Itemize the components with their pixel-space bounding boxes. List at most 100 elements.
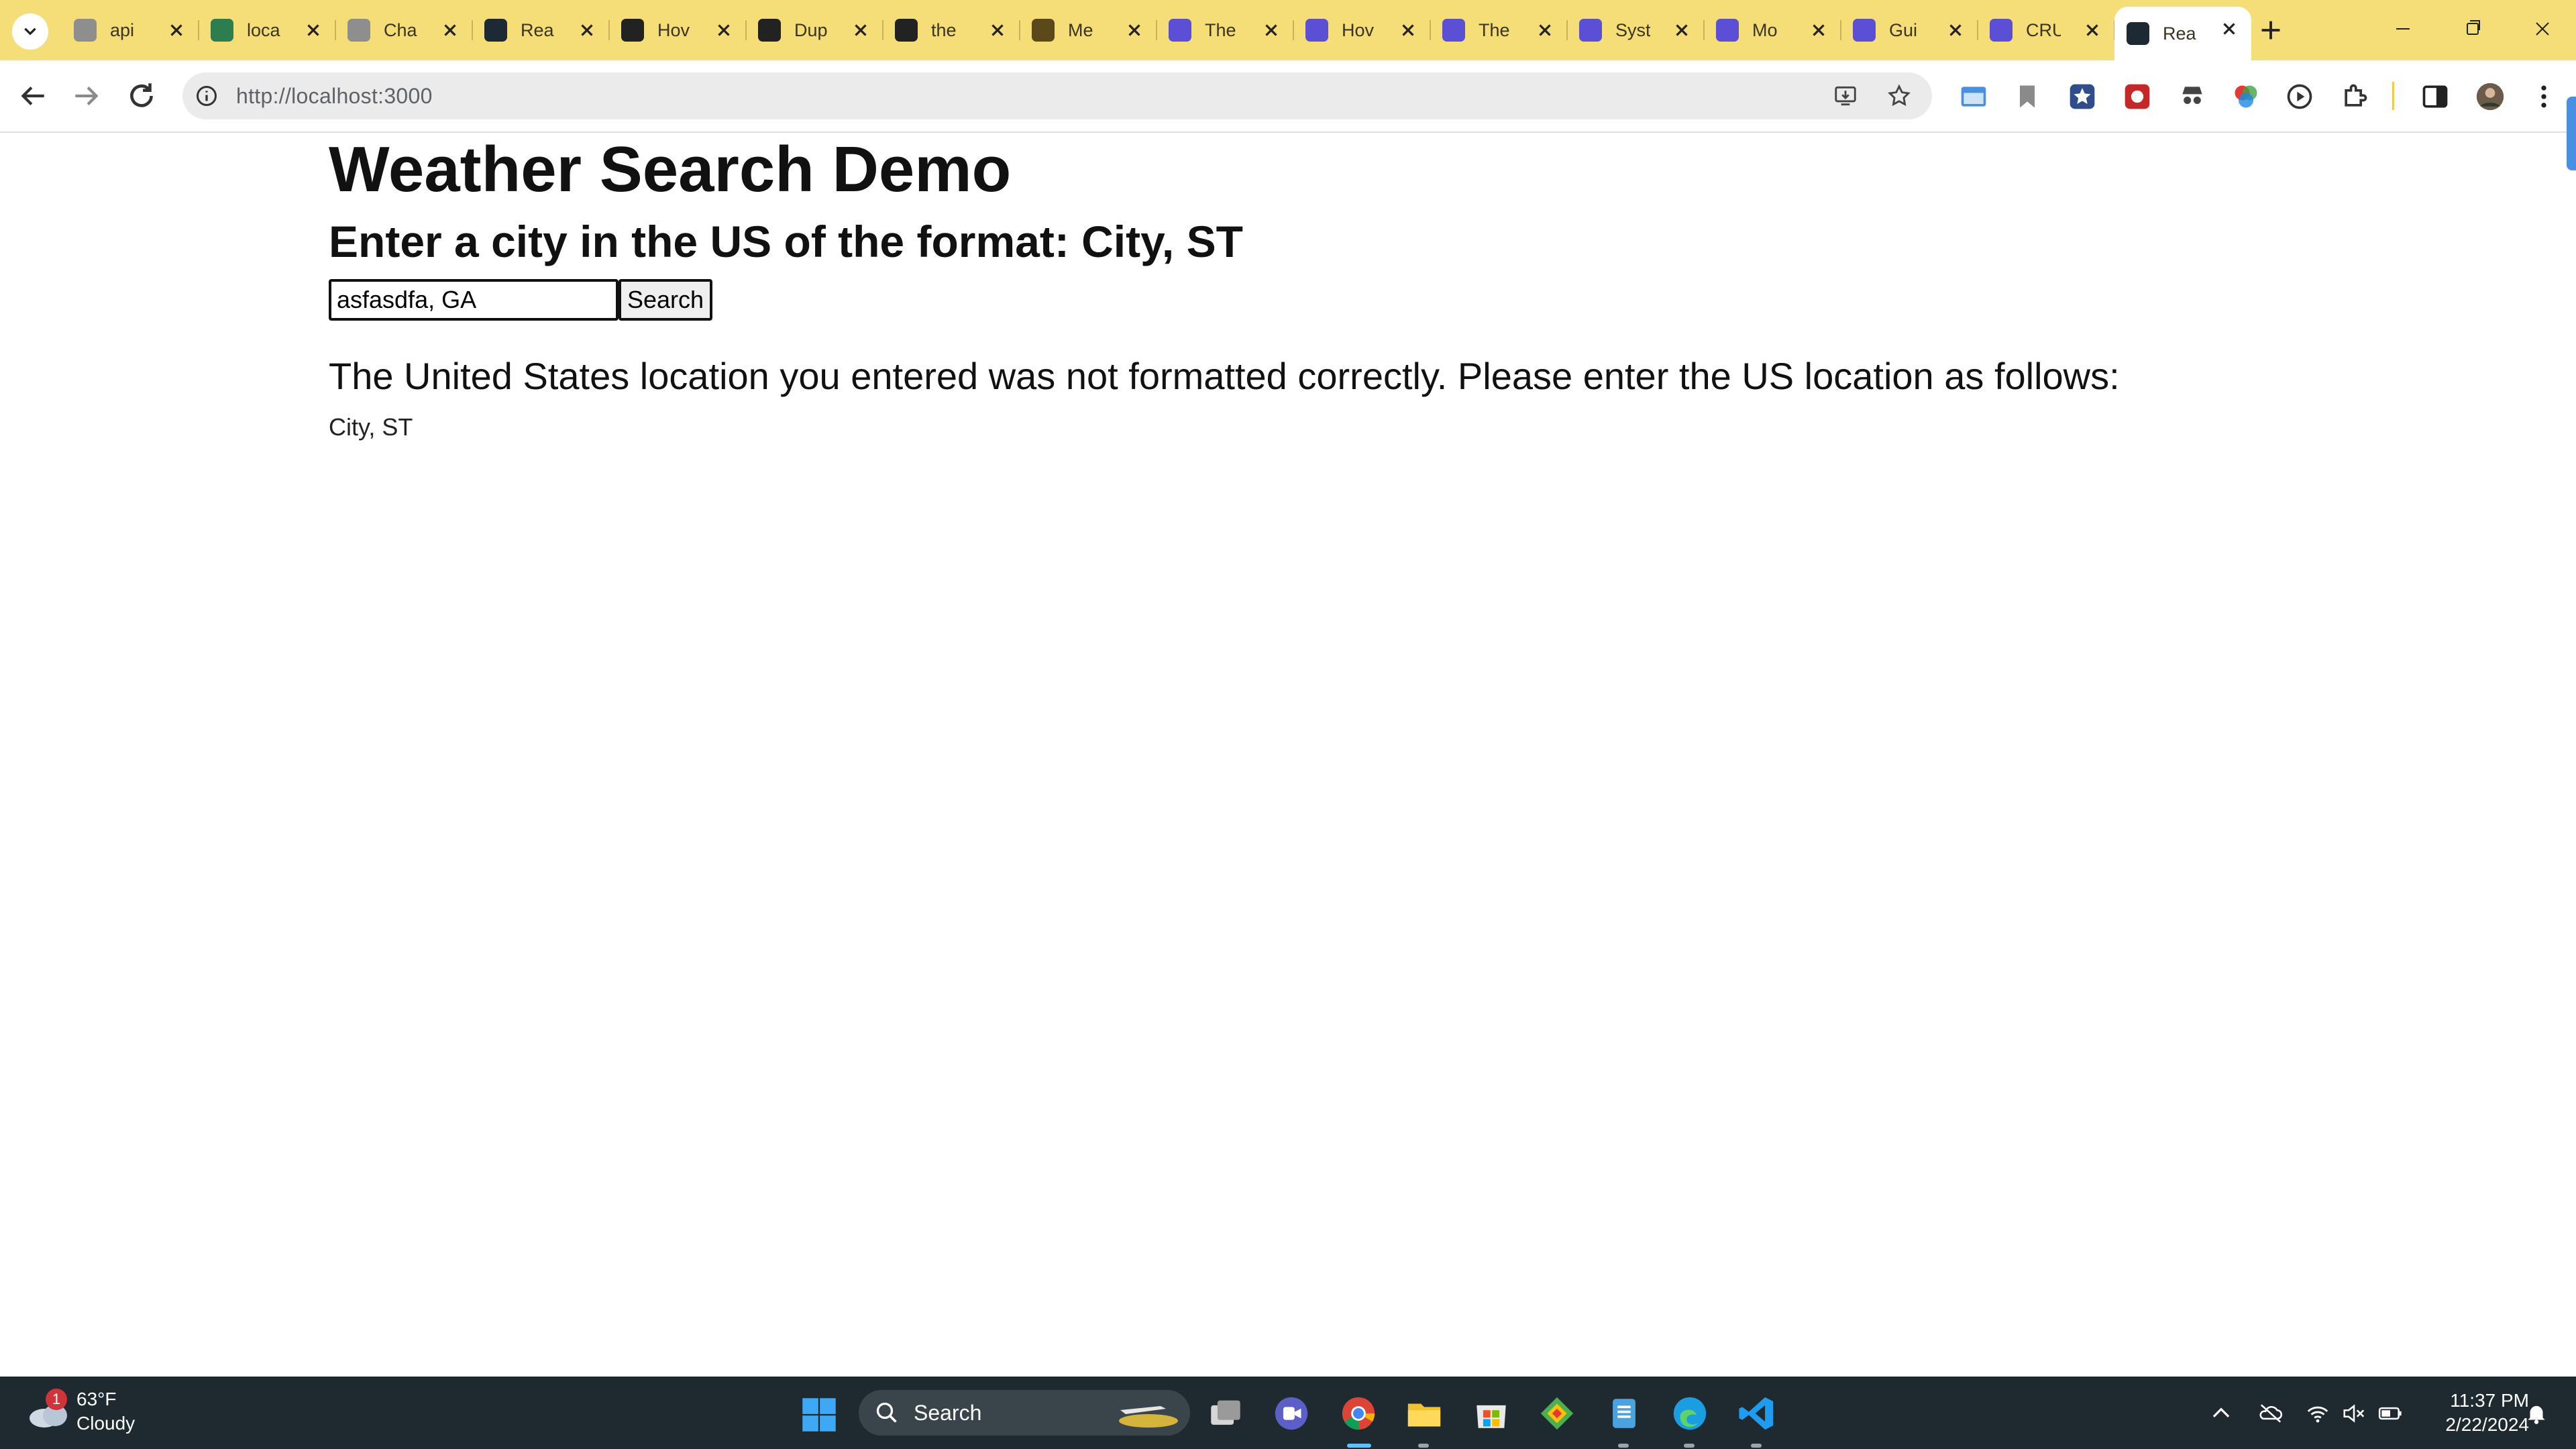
close-icon[interactable] (303, 20, 323, 40)
vscode-running-indicator (1751, 1444, 1762, 1448)
terminal-icon (1442, 19, 1465, 42)
file-explorer-icon[interactable] (1405, 1394, 1444, 1433)
edge-icon[interactable] (1670, 1394, 1709, 1433)
browser-tab[interactable]: Hov (1293, 8, 1431, 52)
wifi-icon[interactable] (2305, 1401, 2330, 1426)
extension-tabs-icon[interactable] (1959, 82, 1988, 111)
tab-title: Syst (1615, 19, 1650, 40)
browser-tab[interactable]: Rea (472, 8, 610, 52)
close-window-button[interactable] (2522, 12, 2563, 46)
browser-tab[interactable]: CRU (1978, 8, 2115, 52)
new-tab-button[interactable] (2255, 15, 2286, 46)
browser-tab[interactable]: Syst (1567, 8, 1705, 52)
tab-title: the (931, 19, 957, 40)
city-search-input[interactable] (329, 279, 619, 321)
browser-tab[interactable]: The (1430, 8, 1568, 52)
install-app-icon[interactable] (1833, 83, 1858, 109)
extension-red-icon[interactable] (2123, 82, 2152, 111)
tab-title: Rea (521, 19, 554, 40)
vscode-icon[interactable] (1737, 1394, 1776, 1433)
site-info-icon[interactable] (195, 84, 219, 108)
close-icon[interactable] (166, 20, 186, 40)
extensions-puzzle-icon[interactable] (2340, 82, 2369, 111)
dev-tool-icon[interactable] (1538, 1394, 1576, 1433)
taskbar-search-label: Search (914, 1401, 982, 1425)
extension-color-icon[interactable] (2231, 82, 2261, 111)
browser-tab[interactable]: loca (199, 8, 336, 52)
microsoft-store-icon[interactable] (1472, 1394, 1511, 1433)
more-menu-icon[interactable] (2529, 82, 2559, 111)
tab-title: Hov (1342, 19, 1375, 40)
browser-tab[interactable]: Gui (1841, 8, 1978, 52)
task-view-icon[interactable] (1206, 1394, 1245, 1433)
minimize-button[interactable] (2383, 12, 2423, 46)
close-icon[interactable] (714, 20, 734, 40)
browser-tab[interactable]: Hov (609, 8, 747, 52)
profile-avatar[interactable] (2475, 82, 2505, 111)
extension-spy-icon[interactable] (2178, 82, 2207, 111)
tab-search-button[interactable] (12, 13, 48, 50)
browser-tab[interactable]: Dup (746, 8, 883, 52)
volume-muted-icon[interactable] (2341, 1401, 2367, 1426)
close-icon[interactable] (2219, 19, 2239, 39)
start-windows-icon[interactable] (801, 1397, 837, 1433)
openai-icon (621, 19, 644, 42)
browser-tab[interactable]: Cha (335, 8, 473, 52)
notification-bell-icon[interactable] (2524, 1401, 2549, 1426)
scrollbar-thumb[interactable] (2567, 97, 2576, 170)
close-icon[interactable] (851, 20, 871, 40)
search-button[interactable]: Search (619, 279, 712, 321)
onedrive-offline-icon[interactable] (2258, 1401, 2284, 1426)
tab-title: The (1479, 19, 1510, 40)
browser-tab[interactable]: The (1157, 8, 1294, 52)
openai-icon (74, 19, 97, 42)
tab-active[interactable]: Rea (2114, 7, 2251, 60)
close-icon[interactable] (1124, 20, 1144, 40)
browser-tab[interactable]: the (883, 8, 1020, 52)
browser-tab[interactable]: Me (1020, 8, 1157, 52)
teams-chat-icon[interactable] (1272, 1394, 1311, 1433)
show-hidden-icons-chevron-icon[interactable] (2208, 1401, 2234, 1426)
reload-button[interactable] (125, 79, 158, 113)
back-button[interactable] (16, 79, 50, 113)
terminal-icon (1716, 19, 1739, 42)
browser-tab[interactable]: Mo (1704, 8, 1841, 52)
url-text[interactable]: http://localhost:3000 (236, 84, 433, 109)
weather-condition[interactable]: Cloudy (76, 1413, 135, 1434)
close-icon[interactable] (987, 20, 1008, 40)
terminal-icon (1169, 19, 1191, 42)
page-title: Weather Search Demo (329, 133, 1012, 205)
close-icon[interactable] (440, 20, 460, 40)
close-icon[interactable] (1672, 20, 1692, 40)
close-icon[interactable] (1945, 20, 1966, 40)
close-icon[interactable] (1809, 20, 1829, 40)
close-icon[interactable] (2082, 20, 2102, 40)
clock-date[interactable]: 2/22/2024 (2428, 1414, 2529, 1436)
close-icon[interactable] (577, 20, 597, 40)
extension-play-icon[interactable] (2285, 82, 2314, 111)
bookmark-star-icon[interactable] (1886, 83, 1912, 109)
close-icon[interactable] (1535, 20, 1555, 40)
taskbar-search-box[interactable]: Search (859, 1390, 1190, 1436)
extension-bookmark-icon[interactable] (2012, 82, 2042, 111)
clock-time[interactable]: 11:37 PM (2428, 1390, 2529, 1411)
address-bar[interactable]: http://localhost:3000 (182, 72, 1932, 119)
forward-button[interactable] (70, 79, 103, 113)
battery-icon[interactable] (2377, 1401, 2403, 1426)
close-icon[interactable] (1261, 20, 1281, 40)
weather-temp[interactable]: 63°F (76, 1389, 116, 1410)
restore-button[interactable] (2453, 12, 2493, 46)
side-panel-icon[interactable] (2420, 82, 2450, 111)
notepad-running-indicator (1618, 1444, 1629, 1448)
tab-title: loca (247, 19, 280, 40)
chrome-icon[interactable] (1339, 1394, 1378, 1433)
toolbar-divider (2392, 82, 2394, 110)
explorer-running-indicator (1418, 1444, 1429, 1448)
browser-tab[interactable]: api (62, 8, 199, 52)
chatgpt-icon (347, 19, 370, 42)
tab-title: Me (1068, 19, 1093, 40)
tab-title: Dup (794, 19, 828, 40)
notepad-icon[interactable] (1605, 1394, 1644, 1433)
close-icon[interactable] (1398, 20, 1418, 40)
extension-star-icon[interactable] (2068, 82, 2097, 111)
